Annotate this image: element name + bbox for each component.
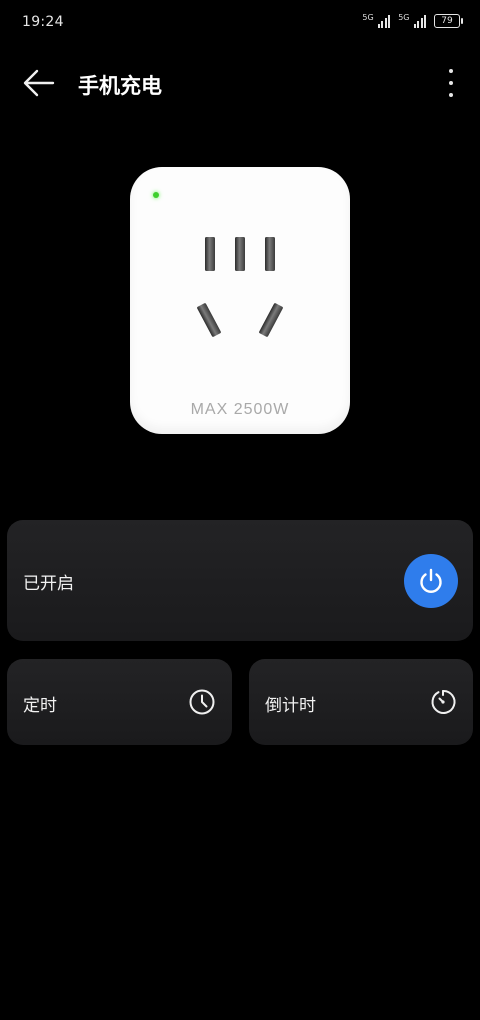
countdown-card[interactable]: 倒计时 bbox=[249, 659, 473, 745]
more-dot bbox=[449, 81, 453, 85]
more-dot bbox=[449, 93, 453, 97]
clock-icon bbox=[189, 689, 215, 715]
back-arrow-icon bbox=[23, 69, 55, 97]
more-dot bbox=[449, 69, 453, 73]
status-icons: 5G 5G 79 bbox=[362, 12, 463, 28]
countdown-label: 倒计时 bbox=[265, 696, 316, 716]
max-power-label: MAX 2500W bbox=[190, 401, 290, 418]
status-led bbox=[153, 192, 159, 198]
signal-icon: 5G bbox=[398, 12, 426, 28]
page-title: 手机充电 bbox=[78, 74, 162, 98]
battery-icon: 79 bbox=[434, 14, 463, 28]
socket-pin bbox=[235, 237, 245, 271]
signal-label: 5G bbox=[398, 12, 410, 22]
more-options-button[interactable] bbox=[444, 66, 458, 100]
status-time: 19:24 bbox=[22, 14, 64, 30]
power-toggle-button[interactable] bbox=[404, 554, 458, 608]
signal-icon: 5G bbox=[362, 12, 391, 28]
socket-pin bbox=[265, 237, 275, 271]
header: 手机充电 bbox=[0, 60, 480, 106]
back-button[interactable] bbox=[22, 68, 56, 98]
socket-pin bbox=[258, 302, 284, 338]
power-socket-icon: MAX 2500W bbox=[130, 167, 350, 434]
countdown-timer-icon bbox=[431, 689, 456, 714]
timer-label: 定时 bbox=[23, 696, 57, 716]
socket-pin bbox=[205, 237, 215, 271]
power-card[interactable]: 已开启 bbox=[7, 520, 473, 641]
socket-pin bbox=[196, 302, 222, 338]
screen: 19:24 5G 5G 79 手机充电 MAX 2500W 已开启 定时 倒计时 bbox=[0, 0, 480, 1020]
power-icon bbox=[420, 568, 442, 593]
status-bar: 19:24 5G 5G 79 bbox=[0, 0, 480, 46]
power-status-label: 已开启 bbox=[23, 574, 74, 594]
timer-card[interactable]: 定时 bbox=[7, 659, 232, 745]
signal-label: 5G bbox=[362, 12, 374, 22]
